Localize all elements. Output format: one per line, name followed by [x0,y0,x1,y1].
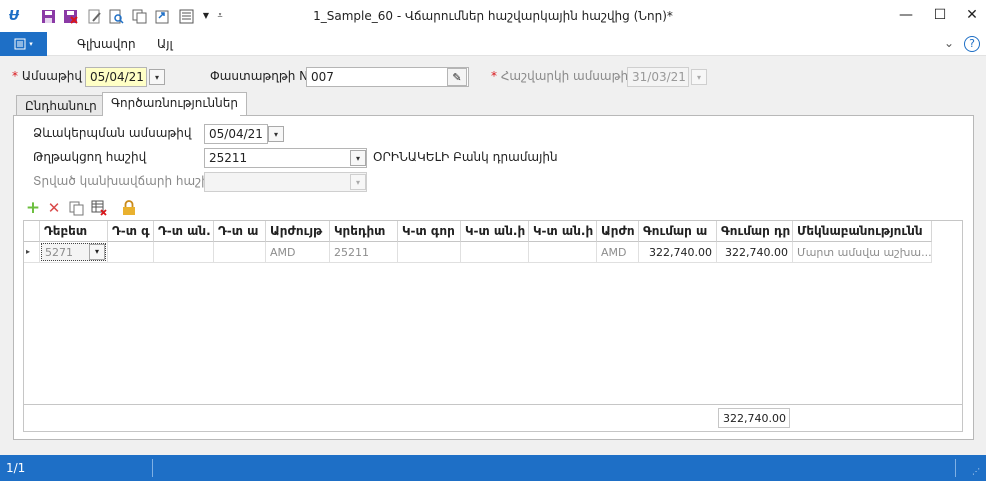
status-bar: 1/1 ⋰ [0,455,986,481]
column-header[interactable]: Կ-տ ան.ի [529,221,597,242]
status-divider [152,459,153,477]
column-header[interactable]: Դ-տ գ [108,221,154,242]
debit-value: 5271 [45,246,73,259]
column-header[interactable]: Կրեդիտ [330,221,398,242]
export-icon[interactable] [154,8,170,24]
payer-account-field[interactable]: 25211 [204,148,367,168]
total-amount: 322,740.00 [718,408,790,428]
column-header[interactable]: Արժո [597,221,639,242]
menu-main[interactable]: Գլխավոր [77,37,136,51]
grid-cell[interactable]: 322,740.00 [717,242,793,263]
grid-cell[interactable] [108,242,154,263]
grid-cell[interactable] [214,242,266,263]
date-dropdown-button[interactable]: ▾ [149,69,165,85]
column-header[interactable]: Մեկնաբանությունն [793,221,932,242]
date-field[interactable]: 05/04/21 [85,67,147,87]
table-delete-icon[interactable] [91,200,107,216]
delete-row-icon[interactable]: ✕ [46,200,62,216]
payer-account-name: ՕՐԻՆԱԿԵԼԻ Բանկ դրամային [373,150,558,164]
column-header[interactable]: Արժույթ [266,221,330,242]
column-header[interactable]: Գումար դր [717,221,793,242]
column-header[interactable]: Դեբետ [40,221,108,242]
column-header[interactable]: Գումար ա [639,221,717,242]
record-counter: 1/1 [6,461,26,475]
date-label: * Ամսաթիվ [12,69,82,83]
grid-cell[interactable] [529,242,597,263]
column-header[interactable]: Դ-տ ա [214,221,266,242]
preview-icon[interactable] [108,8,124,24]
save-close-icon[interactable] [62,8,78,24]
customize-icon[interactable]: ⩡ [212,8,228,24]
collapse-ribbon-icon[interactable]: ⌄ [944,36,954,50]
given-account-dropdown-button[interactable]: ▾ [350,174,366,190]
grid-cell[interactable] [461,242,529,263]
menu-icon [14,38,26,50]
column-header[interactable]: Դ-տ ան. [154,221,214,242]
given-account-field[interactable] [204,172,367,192]
report-date-dropdown-button[interactable]: ▾ [691,69,707,85]
given-account-label: Տրված կանխավճարի հաշիվ [33,174,217,188]
lock-icon[interactable] [121,200,137,216]
report-icon[interactable] [178,8,194,24]
chevron-down-icon[interactable]: ▾ [89,244,105,260]
report-date-label: * Հաշվարկի ամսաթիվ [491,69,636,83]
menu-bar: ▾ Գլխավոր Այլ ⌄ ? [0,32,986,56]
resize-grip-icon[interactable]: ⋰ [972,467,980,476]
report-date-field[interactable]: 31/03/21 [627,67,689,87]
grid-cell[interactable]: 5271 ▾ [40,242,108,263]
browse-icon[interactable]: ✎ [447,68,467,86]
chevron-down-icon: ▾ [29,40,33,48]
document-number-field[interactable]: 007 [306,67,469,87]
save-icon[interactable] [40,8,56,24]
formation-date-field[interactable]: 05/04/21 [204,124,268,144]
column-header[interactable]: Կ-տ ան.ի [461,221,529,242]
add-row-icon[interactable]: + [25,199,41,216]
operations-grid: Դեբետ Դ-տ գ Դ-տ ան. Դ-տ ա Արժույթ Կրեդիտ… [23,220,963,432]
formation-date-dropdown-button[interactable]: ▾ [268,126,284,142]
window-title: 1_Sample_60 - Վճարումներ հաշվարկային հաշ… [313,9,673,23]
column-header[interactable]: Կ-տ գոր [398,221,461,242]
status-divider [955,459,956,477]
menu-other[interactable]: Այլ [157,37,173,51]
title-bar: Ʉ ▼ ⩡ 1_Sample_60 - Վճարումներ հաշվարկայ… [0,0,986,32]
close-button[interactable]: ✕ [952,2,986,28]
grid-cell[interactable]: AMD [266,242,330,263]
row-header-column [24,221,40,242]
payer-account-label: Թղթակցող հաշիվ [33,150,147,164]
help-icon[interactable]: ? [964,36,980,52]
formation-date-label: Ձևակերպման ամսաթիվ [33,126,192,140]
edit-icon[interactable] [86,8,102,24]
payer-account-dropdown-button[interactable]: ▾ [350,150,366,166]
app-logo-icon: Ʉ [8,8,20,24]
document-number-label: Փաստաթղթի N [210,69,309,83]
tab-connector [103,114,240,117]
grid-cell[interactable]: Մարտ ամսվա աշխա... [793,242,932,263]
copy-row-icon[interactable] [68,200,84,216]
grid-cell[interactable]: AMD [597,242,639,263]
copy-icon[interactable] [131,8,147,24]
file-menu-button[interactable]: ▾ [0,32,47,56]
grid-cell[interactable]: 25211 [330,242,398,263]
tab-general[interactable]: Ընդհանուր [16,95,106,117]
grid-cell[interactable] [398,242,461,263]
row-indicator: ▸ [24,242,40,263]
grid-footer [24,404,962,431]
grid-cell[interactable]: 322,740.00 [639,242,717,263]
grid-cell[interactable] [154,242,214,263]
